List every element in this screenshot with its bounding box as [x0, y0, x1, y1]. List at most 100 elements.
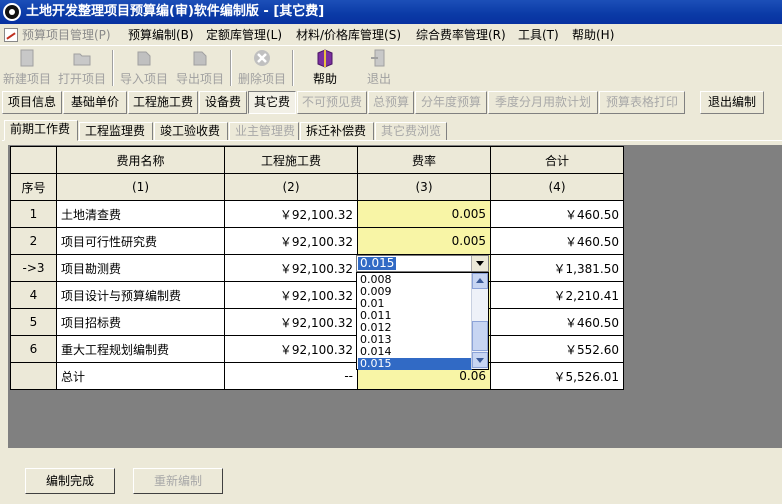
total-label-cell: 总计 — [56, 362, 225, 390]
construction-cost-cell[interactable]: ￥92,100.32 — [224, 281, 358, 309]
open-project-button[interactable]: 打开项目 — [56, 48, 108, 90]
toolbar: 新建项目 打开项目 导入项目 导出项目 删除项目 帮助 退出 — [0, 46, 782, 90]
import-icon — [137, 51, 151, 66]
menu-budget-edit[interactable]: 预算编制(B) — [128, 27, 194, 43]
rate-cell[interactable]: 0.005 — [357, 227, 491, 255]
menu-project-management[interactable]: 预算项目管理(P) — [4, 27, 111, 43]
scroll-thumb[interactable] — [472, 321, 488, 351]
exit-editing-button[interactable]: 退出编制 — [700, 91, 764, 114]
base-unit-price-button[interactable]: 基础单价 — [63, 91, 127, 114]
tab-other-cost-browse[interactable]: 其它费浏览 — [375, 122, 447, 141]
col-number: (1) — [56, 173, 225, 201]
other-cost-button[interactable]: 其它费 — [248, 91, 296, 114]
menu-help[interactable]: 帮助(H) — [572, 27, 614, 43]
project-menu-icon — [4, 28, 18, 42]
row-number: 4 — [10, 281, 57, 309]
rate-cell[interactable]: 0.005 — [357, 200, 491, 228]
table-row[interactable]: 2 项目可行性研究费 ￥92,100.32 0.005 ￥460.50 — [10, 227, 624, 255]
menu-material-price-library[interactable]: 材料/价格库管理(S) — [296, 27, 401, 43]
rate-dropdown-list: 0.008 0.009 0.01 0.011 0.012 0.013 0.014… — [356, 272, 489, 370]
cost-grid: 费用名称 工程施工费 费率 合计 序号 (1) (2) (3) (4) 1 土地… — [10, 146, 624, 390]
table-row[interactable]: 1 土地清查费 ￥92,100.32 0.005 ￥460.50 — [10, 200, 624, 228]
construction-cost-cell[interactable]: ￥92,100.32 — [224, 200, 358, 228]
new-project-button[interactable]: 新建项目 — [2, 48, 52, 90]
contingency-button[interactable]: 不可预见费 — [297, 91, 367, 114]
construction-cost-cell[interactable]: ￥92,100.32 — [224, 335, 358, 363]
cost-name-cell[interactable]: 项目设计与预算编制费 — [56, 281, 225, 309]
quarterly-plan-button[interactable]: 季度分月用款计划 — [488, 91, 598, 114]
dropdown-scrollbar[interactable] — [471, 273, 488, 369]
table-row[interactable]: 4 项目设计与预算编制费 ￥92,100.32 ￥2,210.41 — [10, 281, 624, 309]
import-project-button[interactable]: 导入项目 — [118, 48, 170, 90]
col-number: (3) — [357, 173, 491, 201]
construction-cost-cell[interactable]: ￥92,100.32 — [224, 254, 358, 282]
cost-name-cell[interactable]: 重大工程规划编制费 — [56, 335, 225, 363]
tab-demolition-compensation[interactable]: 拆迁补偿费 — [300, 122, 374, 141]
grid-header-row: 费用名称 工程施工费 费率 合计 — [10, 146, 624, 174]
total-budget-button[interactable]: 总预算 — [368, 91, 414, 114]
project-info-button[interactable]: 项目信息 — [2, 91, 62, 114]
help-button[interactable]: 帮助 — [300, 48, 350, 90]
total-cell[interactable]: ￥2,210.41 — [490, 281, 624, 309]
total-cell[interactable]: ￥460.50 — [490, 200, 624, 228]
chevron-down-icon[interactable] — [471, 256, 488, 271]
exit-button[interactable]: 退出 — [356, 48, 402, 90]
menu-rate-management[interactable]: 综合费率管理(R) — [416, 27, 506, 43]
title-bar: 土地开发整理项目预算编(审)软件编制版 - [其它费] — [0, 0, 782, 24]
menu-bar: 预算项目管理(P) 预算编制(B) 定额库管理(L) 材料/价格库管理(S) 综… — [0, 24, 782, 46]
finish-editing-button[interactable]: 编制完成 — [25, 468, 115, 494]
tab-owner-management[interactable]: 业主管理费 — [229, 122, 299, 141]
open-folder-icon — [73, 53, 91, 66]
construction-cost-cell[interactable]: ￥92,100.32 — [224, 308, 358, 336]
re-edit-button[interactable]: 重新编制 — [133, 468, 223, 494]
cost-tabs: 前期工作费 工程监理费 竣工验收费 业主管理费 拆迁补偿费 其它费浏览 — [0, 120, 782, 141]
tab-preliminary-work[interactable]: 前期工作费 — [4, 120, 78, 141]
table-row[interactable]: 5 项目招标费 ￥92,100.32 ￥460.50 — [10, 308, 624, 336]
menu-tools[interactable]: 工具(T) — [518, 27, 559, 43]
tab-completion-acceptance[interactable]: 竣工验收费 — [154, 122, 228, 141]
col-number: (4) — [490, 173, 624, 201]
scroll-down-arrow-icon[interactable] — [472, 352, 488, 368]
rate-option-selected[interactable]: 0.015 — [358, 358, 472, 370]
toolbar-separator — [292, 50, 294, 86]
row-number — [10, 362, 57, 390]
col-header-construction-cost[interactable]: 工程施工费 — [224, 146, 358, 174]
total-cell[interactable]: ￥552.60 — [490, 335, 624, 363]
rate-combo[interactable]: 0.015 — [356, 255, 489, 272]
export-icon — [193, 51, 207, 66]
menu-quota-library[interactable]: 定额库管理(L) — [206, 27, 282, 43]
annual-budget-button[interactable]: 分年度预算 — [415, 91, 487, 114]
construction-cost-total-cell: -- — [224, 362, 358, 390]
cost-name-cell[interactable]: 项目招标费 — [56, 308, 225, 336]
new-project-icon — [20, 49, 34, 67]
export-project-button[interactable]: 导出项目 — [174, 48, 226, 90]
table-row[interactable]: 6 重大工程规划编制费 ￥92,100.32 ￥552.60 — [10, 335, 624, 363]
scroll-up-arrow-icon[interactable] — [472, 273, 488, 289]
grid-number-row: 序号 (1) (2) (3) (4) — [10, 173, 624, 201]
equipment-cost-button[interactable]: 设备费 — [199, 91, 247, 114]
cost-name-cell[interactable]: 项目勘测费 — [56, 254, 225, 282]
col-header-rate[interactable]: 费率 — [357, 146, 491, 174]
app-icon — [3, 3, 21, 21]
delete-project-button[interactable]: 删除项目 — [236, 48, 288, 90]
total-cell[interactable]: ￥460.50 — [490, 227, 624, 255]
window-title: 土地开发整理项目预算编(审)软件编制版 - [其它费] — [26, 4, 325, 19]
print-tables-button[interactable]: 预算表格打印 — [599, 91, 685, 114]
row-number: 6 — [10, 335, 57, 363]
total-cell[interactable]: ￥460.50 — [490, 308, 624, 336]
total-cell[interactable]: ￥1,381.50 — [490, 254, 624, 282]
row-number: 5 — [10, 308, 57, 336]
table-row-current[interactable]: ->3 项目勘测费 ￥92,100.32 ￥1,381.50 — [10, 254, 624, 282]
col-header-name[interactable]: 费用名称 — [56, 146, 225, 174]
cost-name-cell[interactable]: 土地清查费 — [56, 200, 225, 228]
row-number-header: 序号 — [10, 173, 57, 201]
construction-cost-button[interactable]: 工程施工费 — [128, 91, 198, 114]
cost-name-cell[interactable]: 项目可行性研究费 — [56, 227, 225, 255]
tab-supervision[interactable]: 工程监理费 — [79, 122, 153, 141]
total-row: 总计 -- 0.06 ￥5,526.01 — [10, 362, 624, 390]
rate-combo-value[interactable]: 0.015 — [358, 257, 397, 270]
delete-icon — [254, 50, 270, 66]
col-header-total[interactable]: 合计 — [490, 146, 624, 174]
construction-cost-cell[interactable]: ￥92,100.32 — [224, 227, 358, 255]
grand-total-cell: ￥5,526.01 — [490, 362, 624, 390]
